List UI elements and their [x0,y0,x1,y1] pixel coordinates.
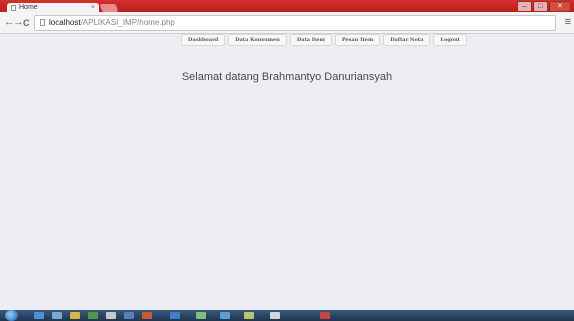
taskbar-app-icon[interactable] [124,312,134,319]
minimize-button[interactable]: – [517,1,532,12]
os-taskbar [0,310,574,321]
nav-data-item[interactable]: Data Item [289,34,332,46]
document-icon [40,19,45,26]
reload-icon[interactable]: C [23,17,30,29]
maximize-button[interactable]: □ [533,1,548,12]
address-bar[interactable]: localhost/APLIKASI_IMP/home.php [34,15,556,31]
url-text: localhost/APLIKASI_IMP/home.php [49,16,175,30]
browser-titlebar: Home × – □ ✕ [0,0,574,13]
url-host: localhost [49,18,81,27]
taskbar-app-icon[interactable] [170,312,180,319]
nav-data-konsumen[interactable]: Data Konsumen [228,34,287,46]
new-tab-button[interactable] [99,4,119,12]
taskbar-app-icon[interactable] [320,312,330,319]
taskbar-app-icon[interactable] [220,312,230,319]
taskbar-app-icon[interactable] [244,312,254,319]
taskbar-app-icon[interactable] [196,312,206,319]
url-path: /APLIKASI_IMP/home.php [80,18,175,27]
close-window-button[interactable]: ✕ [549,1,571,12]
page-icon [11,5,16,11]
main-nav: Dashboard Data Konsumen Data Item Pesan … [181,34,467,46]
taskbar-app-icon[interactable] [70,312,80,319]
nav-dashboard[interactable]: Dashboard [181,34,226,46]
taskbar-app-icon[interactable] [34,312,44,319]
nav-logout[interactable]: Logout [433,34,467,46]
menu-icon[interactable]: ≡ [565,16,571,28]
nav-daftar-nota[interactable]: Daftar Nota [383,34,431,46]
nav-pesan-item[interactable]: Pesan Item [334,34,381,46]
welcome-message: Selamat datang Brahmantyo Danuriansyah [181,71,393,83]
taskbar-app-icon[interactable] [270,312,280,319]
window-controls: – □ ✕ [517,1,571,12]
start-button[interactable] [5,310,18,321]
taskbar-app-icon[interactable] [52,312,62,319]
taskbar-app-icon[interactable] [88,312,98,319]
taskbar-app-icon[interactable] [106,312,116,319]
browser-toolbar: ← → C localhost/APLIKASI_IMP/home.php ≡ [0,12,574,34]
taskbar-app-icon[interactable] [142,312,152,319]
